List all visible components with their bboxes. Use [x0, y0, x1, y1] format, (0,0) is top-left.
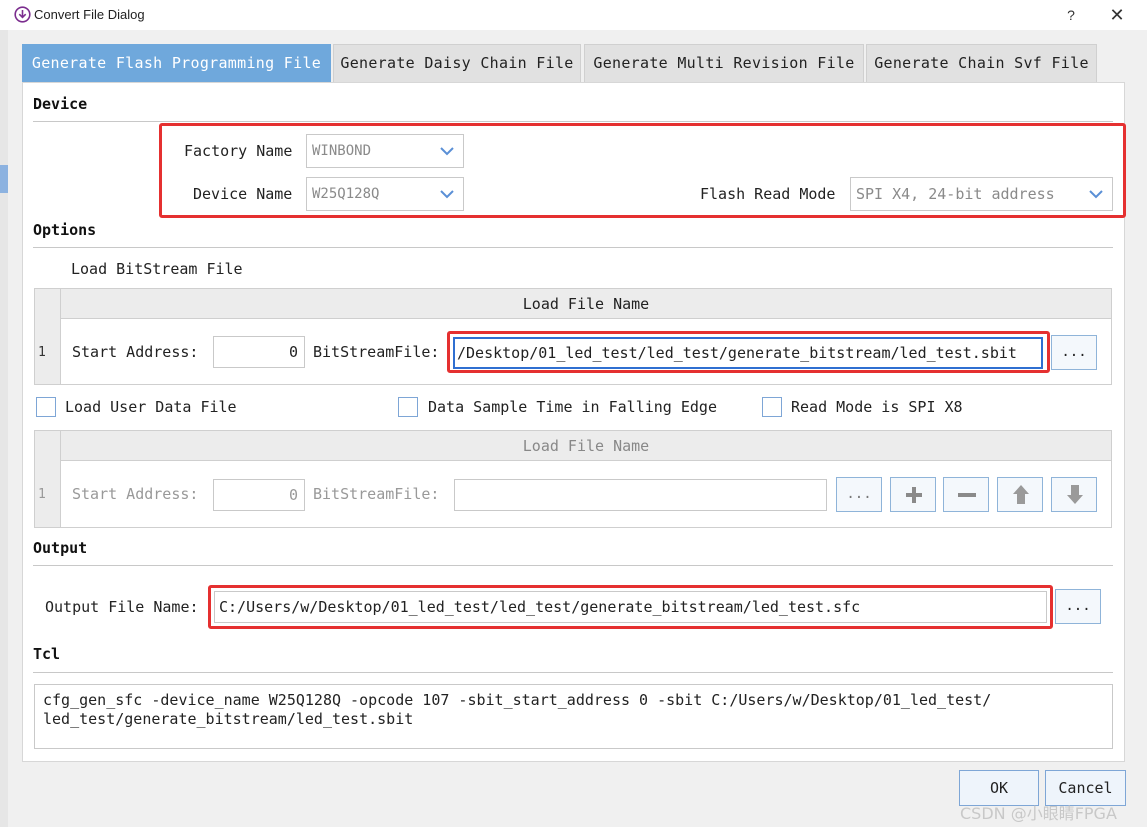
start-address-input[interactable]: 0: [213, 336, 305, 368]
factory-name-label: Factory Name: [184, 142, 293, 160]
factory-name-value: WINBOND: [312, 143, 372, 159]
device-section-title: Device: [33, 95, 88, 113]
flash-read-mode-value: SPI X4, 24-bit address: [856, 185, 1055, 203]
falling-edge-checkbox[interactable]: [398, 397, 418, 417]
output-section-title: Output: [33, 539, 88, 557]
move-up-button[interactable]: [997, 477, 1043, 512]
help-button[interactable]: ?: [1059, 4, 1083, 26]
start-address-input[interactable]: 0: [213, 479, 305, 511]
tcl-section-title: Tcl: [33, 645, 61, 663]
tab-generate-flash-programming-file[interactable]: Generate Flash Programming File: [22, 44, 331, 82]
start-address-label: Start Address:: [72, 343, 199, 361]
tcl-command-line: led_test/generate_bitstream/led_test.sbi…: [43, 710, 414, 728]
tab-generate-daisy-chain-file[interactable]: Generate Daisy Chain File: [333, 44, 581, 82]
browse-user-data-button[interactable]: ...: [836, 477, 882, 512]
flash-read-mode-select[interactable]: SPI X4, 24-bit address: [850, 177, 1113, 211]
table-column-header: Load File Name: [61, 289, 1111, 319]
arrow-down-icon: [1067, 485, 1083, 504]
tcl-command-box[interactable]: cfg_gen_sfc -device_name W25Q128Q -opcod…: [34, 684, 1113, 749]
device-name-select[interactable]: W25Q128Q: [306, 177, 464, 211]
background-window-edge: [0, 30, 8, 827]
bitstream-file-label: BitStreamFile:: [313, 485, 440, 503]
tab-generate-multi-revision-file[interactable]: Generate Multi Revision File: [584, 44, 864, 82]
factory-name-select[interactable]: WINBOND: [306, 134, 464, 168]
window-title: Convert File Dialog: [34, 7, 145, 22]
row-number: 1: [38, 487, 46, 502]
browse-bitstream-button[interactable]: ...: [1051, 335, 1097, 370]
spi-x8-label: Read Mode is SPI X8: [791, 398, 963, 416]
app-download-icon: [14, 6, 31, 23]
watermark-text: CSDN @小眼睛FPGA: [960, 804, 1117, 823]
bitstream-file-input[interactable]: /Desktop/01_led_test/led_test/generate_b…: [453, 337, 1043, 369]
chevron-down-icon: [440, 190, 454, 199]
load-user-data-checkbox[interactable]: [36, 397, 56, 417]
minus-icon: [958, 493, 976, 497]
output-file-name-input[interactable]: C:/Users/w/Desktop/01_led_test/led_test/…: [214, 591, 1047, 623]
falling-edge-label: Data Sample Time in Falling Edge: [428, 398, 717, 416]
divider: [33, 247, 1113, 248]
divider: [33, 565, 1113, 566]
row-gutter: [35, 431, 61, 527]
plus-icon: [906, 487, 922, 503]
browse-output-button[interactable]: ...: [1055, 589, 1101, 624]
close-button[interactable]: ✕: [1104, 4, 1130, 26]
load-user-data-label: Load User Data File: [65, 398, 237, 416]
spi-x8-checkbox[interactable]: [762, 397, 782, 417]
user-data-file-input[interactable]: [454, 479, 827, 511]
divider: [33, 672, 1113, 673]
options-section-title: Options: [33, 221, 97, 239]
row-number: 1: [38, 345, 46, 360]
move-down-button[interactable]: [1051, 477, 1097, 512]
flash-read-mode-label: Flash Read Mode: [700, 185, 836, 203]
start-address-label: Start Address:: [72, 485, 199, 503]
bitstream-file-label: BitStreamFile:: [313, 343, 440, 361]
remove-row-button[interactable]: [943, 477, 989, 512]
load-bitstream-label: Load BitStream File: [71, 260, 243, 278]
tcl-command-line: cfg_gen_sfc -device_name W25Q128Q -opcod…: [43, 691, 992, 709]
device-name-label: Device Name: [193, 185, 293, 203]
table-column-header: Load File Name: [61, 431, 1111, 461]
row-gutter: [35, 289, 61, 384]
output-file-name-label: Output File Name:: [45, 598, 199, 616]
arrow-up-icon: [1013, 485, 1029, 504]
add-row-button[interactable]: [890, 477, 936, 512]
tab-generate-chain-svf-file[interactable]: Generate Chain Svf File: [866, 44, 1097, 82]
device-name-value: W25Q128Q: [312, 186, 380, 202]
chevron-down-icon: [440, 147, 454, 156]
divider: [33, 121, 1113, 122]
title-bar: Convert File Dialog ? ✕: [0, 0, 1147, 30]
chevron-down-icon: [1089, 190, 1103, 199]
